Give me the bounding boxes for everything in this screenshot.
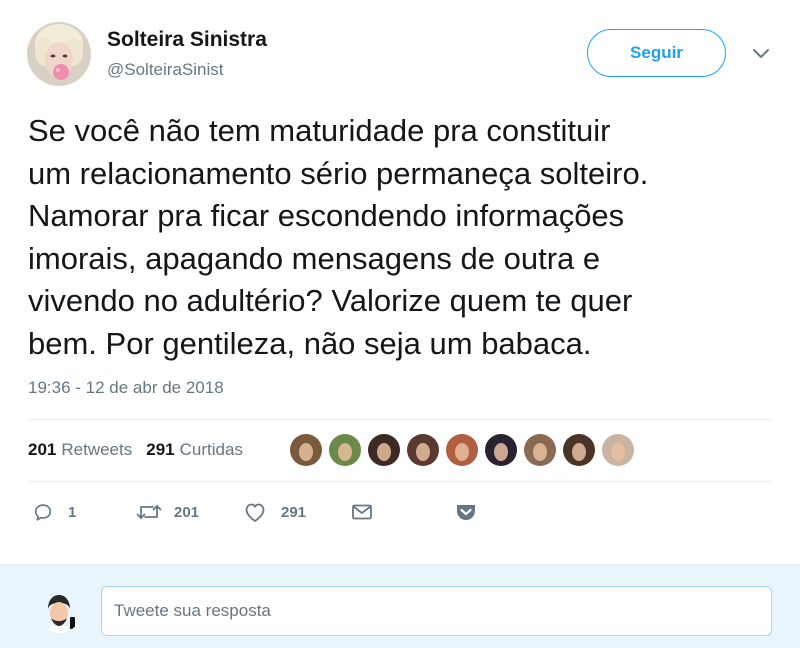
- liker-avatar[interactable]: [407, 434, 439, 466]
- divider: [28, 481, 771, 482]
- like-count: 291: [281, 503, 307, 521]
- reply-button[interactable]: 1: [32, 497, 76, 527]
- retweet-button[interactable]: 201: [136, 497, 199, 527]
- tweet-line: um relacionamento sério permaneça soltei…: [28, 155, 649, 191]
- heart-icon: [243, 501, 267, 523]
- liker-avatar[interactable]: [368, 434, 400, 466]
- reply-icon: [32, 501, 54, 523]
- like-button[interactable]: 291: [243, 497, 306, 527]
- tweet-stats: 201 Retweets 291 Curtidas: [28, 432, 243, 468]
- likes-count[interactable]: 291: [146, 440, 174, 460]
- chevron-down-icon[interactable]: [750, 46, 772, 62]
- user-avatar[interactable]: [27, 22, 91, 86]
- divider: [28, 419, 771, 420]
- liker-avatar[interactable]: [290, 434, 322, 466]
- retweet-icon: [136, 501, 162, 523]
- tweet-line: bem. Por gentileza, não seja um babaca.: [28, 325, 592, 361]
- liker-avatar[interactable]: [329, 434, 361, 466]
- tweet-line: vivendo no adultério? Valorize quem te q…: [28, 283, 633, 318]
- reply-bar: Tweete sua resposta: [0, 564, 800, 648]
- envelope-icon: [351, 501, 373, 523]
- liker-avatar[interactable]: [524, 434, 556, 466]
- likes-label[interactable]: Curtidas: [180, 440, 243, 460]
- liker-avatar[interactable]: [563, 434, 595, 466]
- pocket-button[interactable]: [455, 497, 477, 527]
- liker-avatars: [290, 434, 641, 466]
- liker-avatar[interactable]: [446, 434, 478, 466]
- user-display-name[interactable]: Solteira Sinistra: [107, 28, 267, 52]
- follow-button[interactable]: Seguir: [587, 29, 726, 77]
- liker-avatar[interactable]: [485, 434, 517, 466]
- pocket-icon: [455, 501, 477, 523]
- tweet-timestamp[interactable]: 19:36 - 12 de abr de 2018: [28, 378, 224, 398]
- retweets-count[interactable]: 201: [28, 440, 56, 460]
- tweet-line: Se você não tem maturidade pra constitui…: [28, 113, 611, 148]
- current-user-avatar[interactable]: [36, 587, 82, 633]
- liker-avatar[interactable]: [602, 434, 634, 466]
- retweets-label[interactable]: Retweets: [61, 440, 132, 460]
- tweet-line: Namorar pra ficar escondendo informações: [28, 198, 625, 233]
- reply-input[interactable]: Tweete sua resposta: [101, 586, 772, 636]
- reply-count: 1: [68, 503, 77, 521]
- user-handle[interactable]: @SolteiraSinist: [107, 60, 223, 80]
- tweet-actions: 1 201 291: [28, 497, 528, 527]
- tweet-header: Solteira Sinistra @SolteiraSinist Seguir: [0, 0, 800, 100]
- direct-message-button[interactable]: [351, 497, 373, 527]
- tweet-text: Se você não tem maturidade pra constitui…: [28, 110, 778, 365]
- tweet-line: imorais, apagando mensagens de outra e: [28, 240, 601, 276]
- retweet-count: 201: [174, 503, 200, 521]
